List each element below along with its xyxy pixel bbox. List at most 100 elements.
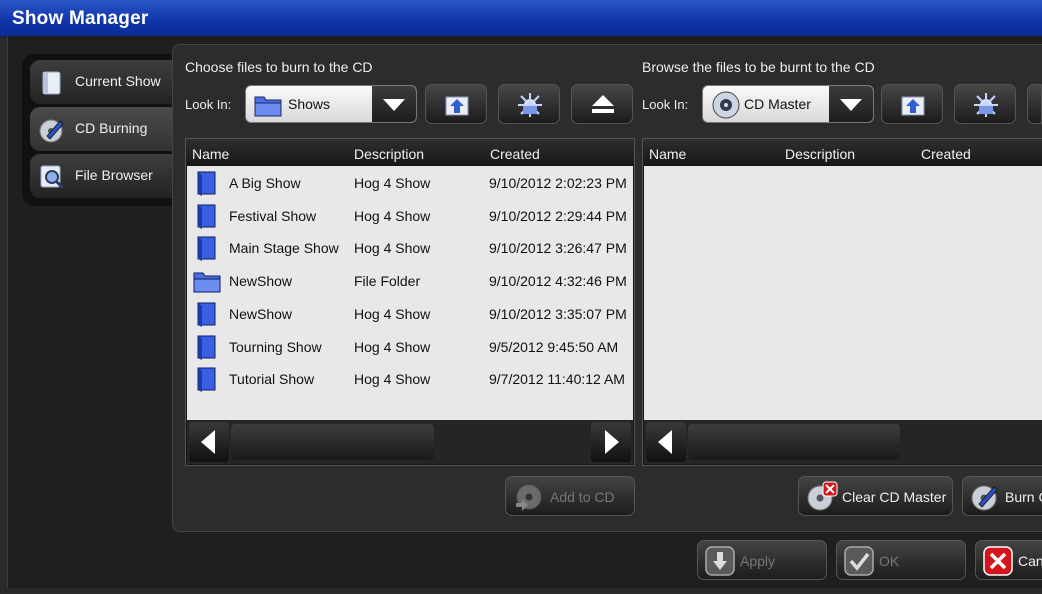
folder-icon xyxy=(193,272,221,293)
title-bar: Show Manager xyxy=(0,0,1042,37)
scroll-thumb[interactable] xyxy=(231,424,434,460)
file-created: 9/10/2012 4:32:46 PM xyxy=(489,273,627,289)
show-file-icon xyxy=(197,204,216,229)
column-header-name[interactable]: Name xyxy=(649,146,686,162)
left-up-folder-button[interactable] xyxy=(425,84,487,124)
cd-pen-icon xyxy=(971,485,998,511)
file-description: Hog 4 Show xyxy=(354,175,431,191)
file-created: 9/10/2012 2:02:23 PM xyxy=(489,175,627,191)
right-list-body xyxy=(644,166,1042,420)
file-description: File Folder xyxy=(354,273,421,289)
left-eject-button[interactable] xyxy=(571,84,633,124)
left-file-list[interactable]: Name Description Created A Big Show Hog … xyxy=(185,138,635,466)
arrow-left-icon xyxy=(201,430,215,454)
apply-label: Apply xyxy=(740,553,776,569)
up-folder-icon xyxy=(445,96,469,116)
scroll-thumb[interactable] xyxy=(688,424,900,460)
show-file-icon xyxy=(197,367,216,392)
list-item[interactable]: Tourning Show Hog 4 Show 9/5/2012 9:45:5… xyxy=(187,331,633,363)
tab-label: CD Burning xyxy=(75,120,148,136)
file-description: Hog 4 Show xyxy=(354,208,431,224)
column-header-description[interactable]: Description xyxy=(354,146,424,162)
folder-icon xyxy=(254,96,282,117)
new-folder-icon xyxy=(518,93,542,117)
apply-button[interactable]: Apply xyxy=(697,540,827,580)
left-caption: Choose files to burn to the CD xyxy=(185,59,373,75)
arrow-left-icon xyxy=(658,430,672,454)
scroll-left-button[interactable] xyxy=(189,422,229,462)
chevron-down-icon[interactable] xyxy=(829,86,873,122)
column-header-name[interactable]: Name xyxy=(192,146,229,162)
file-name: Tutorial Show xyxy=(229,371,315,387)
left-new-folder-button[interactable] xyxy=(498,84,560,124)
file-description: Hog 4 Show xyxy=(354,306,431,322)
file-name: NewShow xyxy=(229,273,293,289)
clear-cd-icon xyxy=(807,481,838,511)
left-list-header: Name Description Created xyxy=(186,139,634,165)
ok-button[interactable]: OK xyxy=(836,540,966,580)
file-description: Hog 4 Show xyxy=(354,371,431,387)
tab-label: Current Show xyxy=(75,73,161,89)
arrow-right-icon xyxy=(605,430,619,454)
left-look-in-dropdown[interactable]: Shows xyxy=(245,85,417,123)
file-created: 9/5/2012 9:45:50 AM xyxy=(489,339,619,355)
scroll-left-button[interactable] xyxy=(646,422,686,462)
cancel-button[interactable]: Can xyxy=(975,540,1042,580)
tab-label: File Browser xyxy=(75,167,153,183)
file-name: Tourning Show xyxy=(229,339,322,355)
right-new-folder-button[interactable] xyxy=(954,84,1016,124)
eject-icon xyxy=(592,95,614,113)
left-horizontal-scrollbar[interactable] xyxy=(187,420,633,464)
right-up-folder-button[interactable] xyxy=(881,84,943,124)
tab-current-show[interactable]: Current Show xyxy=(30,60,172,104)
list-item[interactable]: NewShow Hog 4 Show 9/10/2012 3:35:07 PM xyxy=(187,298,633,330)
checkmark-icon xyxy=(844,546,874,576)
magnifier-icon xyxy=(40,165,65,190)
list-item[interactable]: A Big Show Hog 4 Show 9/10/2012 2:02:23 … xyxy=(187,167,633,199)
right-caption: Browse the files to be burnt to the CD xyxy=(642,59,875,75)
column-header-created[interactable]: Created xyxy=(921,146,971,162)
burn-cd-button[interactable]: Burn C xyxy=(962,476,1042,516)
book-icon xyxy=(42,71,61,95)
cancel-label: Can xyxy=(1018,553,1042,569)
list-item[interactable]: Main Stage Show Hog 4 Show 9/10/2012 3:2… xyxy=(187,232,633,264)
left-look-in-value: Shows xyxy=(288,96,331,112)
right-look-in-value: CD Master xyxy=(744,96,811,112)
file-created: 9/7/2012 11:40:12 AM xyxy=(489,371,625,387)
chevron-down-icon[interactable] xyxy=(372,86,416,122)
tab-cd-burning[interactable]: CD Burning xyxy=(30,107,172,151)
right-look-in-label: Look In: xyxy=(642,97,689,112)
clear-cd-master-button[interactable]: Clear CD Master xyxy=(798,476,953,516)
scroll-right-button[interactable] xyxy=(591,422,631,462)
right-eject-button[interactable] xyxy=(1027,84,1042,124)
ok-label: OK xyxy=(879,553,900,569)
cd-pen-icon xyxy=(39,119,64,143)
file-name: A Big Show xyxy=(229,175,301,191)
column-header-created[interactable]: Created xyxy=(490,146,540,162)
list-item[interactable]: Tutorial Show Hog 4 Show 9/7/2012 11:40:… xyxy=(187,363,633,395)
up-folder-icon xyxy=(901,96,925,116)
cancel-x-icon xyxy=(983,546,1013,576)
right-file-list[interactable]: Name Description Created xyxy=(642,138,1042,466)
tab-file-browser[interactable]: File Browser xyxy=(30,154,172,198)
list-item[interactable]: NewShow File Folder 9/10/2012 4:32:46 PM xyxy=(187,265,633,297)
right-list-header: Name Description Created xyxy=(643,139,1042,165)
file-name: Main Stage Show xyxy=(229,240,339,256)
show-file-icon xyxy=(197,171,216,196)
burn-cd-label: Burn C xyxy=(1005,489,1042,505)
column-header-description[interactable]: Description xyxy=(785,146,855,162)
cd-drive-icon xyxy=(712,91,740,119)
add-to-cd-button[interactable]: Add to CD xyxy=(505,476,635,516)
file-description: Hog 4 Show xyxy=(354,240,431,256)
left-look-in-label: Look In: xyxy=(185,97,232,112)
add-to-cd-label: Add to CD xyxy=(550,489,615,505)
apply-arrow-icon xyxy=(705,546,735,576)
clear-cd-master-label: Clear CD Master xyxy=(842,489,947,505)
file-created: 9/10/2012 2:29:44 PM xyxy=(489,208,627,224)
list-item[interactable]: Festival Show Hog 4 Show 9/10/2012 2:29:… xyxy=(187,200,633,232)
add-cd-icon xyxy=(516,484,542,511)
right-look-in-dropdown[interactable]: CD Master xyxy=(702,85,874,123)
right-horizontal-scrollbar[interactable] xyxy=(644,420,1042,464)
file-description: Hog 4 Show xyxy=(354,339,431,355)
file-created: 9/10/2012 3:35:07 PM xyxy=(489,306,627,322)
